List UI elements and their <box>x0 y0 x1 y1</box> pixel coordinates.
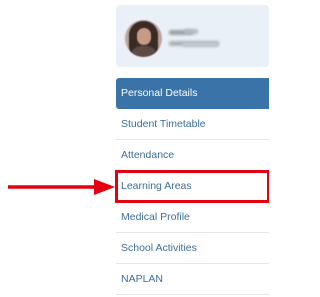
nav-item-label: Attendance <box>121 149 175 161</box>
annotation-arrow-icon <box>8 179 115 195</box>
nav-item-label: Medical Profile <box>121 211 190 223</box>
nav-item-label: Learning Areas <box>121 180 192 192</box>
nav-item-label: Student Timetable <box>121 118 206 130</box>
nav-item-medical-profile[interactable]: Medical Profile <box>116 202 269 233</box>
nav-item-student-timetable[interactable]: Student Timetable <box>116 109 269 140</box>
nav-item-label: NAPLAN <box>121 273 164 285</box>
canvas: Personal Details Student Timetable Atten… <box>0 0 269 297</box>
nav-item-attendance[interactable]: Attendance <box>116 140 269 171</box>
sidebar-nav: Personal Details Student Timetable Atten… <box>115 78 269 295</box>
nav-item-school-activities[interactable]: School Activities <box>116 233 269 264</box>
nav-item-label: School Activities <box>121 242 197 254</box>
nav-item-naplan[interactable]: NAPLAN <box>116 264 269 295</box>
nav-item-label: Personal Details <box>121 87 198 99</box>
nav-item-learning-areas[interactable]: Learning Areas <box>115 170 269 203</box>
avatar <box>125 20 162 57</box>
nav-item-personal-details[interactable]: Personal Details <box>116 78 269 109</box>
profile-card[interactable] <box>116 5 269 67</box>
